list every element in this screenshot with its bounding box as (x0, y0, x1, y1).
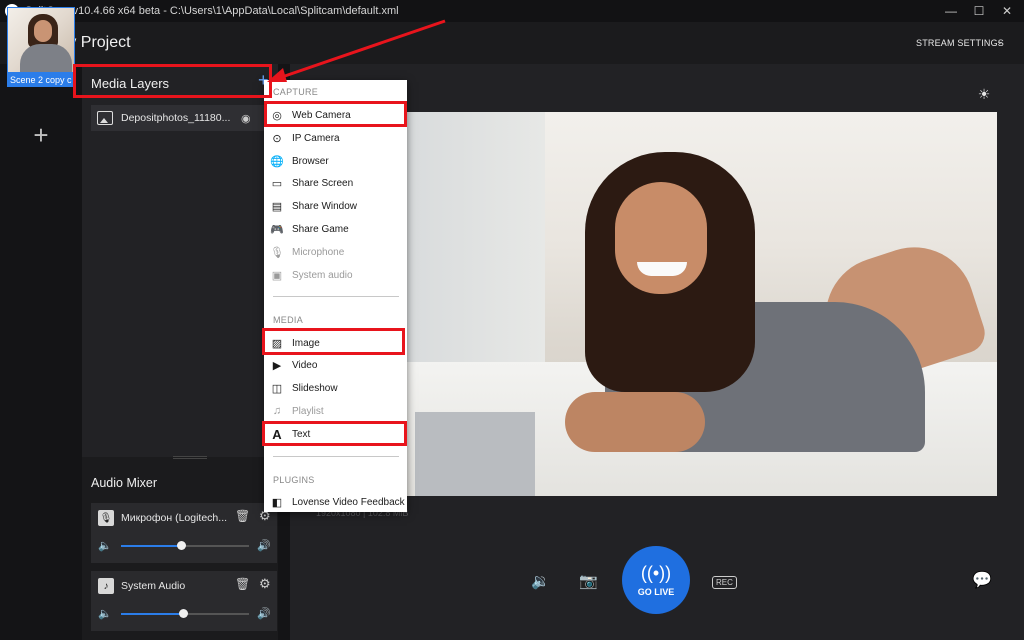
menu-item-share-screen[interactable]: ▭ Share Screen (264, 172, 407, 194)
menu-item-system-audio: ▣ System audio (271, 269, 353, 282)
microphone-icon: 🎙 (270, 246, 284, 259)
chat-icon[interactable]: 💬 (972, 570, 992, 590)
slideshow-icon: ◫ (271, 382, 283, 395)
volume-slider-knob[interactable] (179, 609, 188, 618)
add-scene-button[interactable]: + (7, 101, 75, 169)
volume-slider[interactable] (121, 609, 249, 618)
brightness-sun-icon[interactable]: ☀ (976, 86, 992, 102)
stream-settings-button[interactable]: STREAM SETTINGS (916, 38, 1004, 48)
music-note-icon: ♪ (98, 578, 114, 594)
add-source-menu: CAPTURE ◎ Web Camera ⊙ IP Camera 🌐 Browser … (264, 80, 407, 512)
media-layers-panel: Media Layers + Depositphotos_11180... ◉ (82, 64, 278, 457)
menu-item-slideshow[interactable]: ◫ Slideshow (264, 377, 407, 399)
chevron-down-icon[interactable]: ⌄ (996, 36, 1004, 47)
layer-row[interactable]: Depositphotos_11180... ◉ (91, 105, 271, 131)
menu-item-share-game[interactable]: 🎮 Share Game (264, 218, 407, 240)
gear-icon[interactable]: ⚙ (259, 576, 271, 592)
broadcast-icon: ((•)) (640, 563, 672, 583)
app-header: My Project STREAM SETTINGS ⌄ (0, 22, 1024, 64)
speaker-icon: ▣ (271, 269, 283, 282)
audio-channel-card: 🎙 Микрофон (Logitech... 🗑 ⚙ 🔈 🔊 (91, 503, 277, 563)
mute-speaker-icon[interactable]: 🔈 (98, 607, 112, 620)
menu-item-microphone: 🎙 Microphone (270, 246, 345, 259)
audio-mixer-panel: Audio Mixer 🎙 Микрофон (Logitech... 🗑 ⚙ … (82, 460, 278, 640)
volume-max-icon: 🔊 (257, 540, 271, 552)
ip-camera-icon: ⊙ (272, 132, 282, 145)
menu-item-lovense-video-feedback[interactable]: ◧ Lovense Video Feedback (264, 491, 407, 513)
go-live-button[interactable]: ((•)) GO LIVE (622, 546, 690, 614)
plugin-icon: ◧ (271, 496, 283, 509)
volume-max-icon: 🔊 (257, 608, 271, 620)
audio-channel-name: System Audio (121, 580, 186, 592)
menu-section-capture: CAPTURE (273, 87, 319, 97)
audio-output-icon[interactable]: 🔉 (531, 572, 550, 590)
audio-mixer-title: Audio Mixer (91, 476, 157, 490)
menu-item-video[interactable]: ▶ Video (264, 354, 407, 376)
microphone-icon: 🎙 (98, 510, 114, 526)
window-icon: ▤ (271, 200, 283, 213)
image-icon (97, 111, 113, 125)
audio-channel-name: Микрофон (Logitech... (121, 512, 228, 524)
globe-icon: 🌐 (270, 155, 284, 168)
menu-section-plugins: PLUGINS (273, 475, 315, 485)
mute-speaker-icon[interactable]: 🔈 (98, 539, 112, 552)
scene-thumbnail[interactable] (7, 7, 75, 73)
screen-icon: ▭ (271, 177, 283, 190)
volume-slider-knob[interactable] (177, 541, 186, 550)
scene-label[interactable]: Scene 2 copy c (7, 73, 75, 87)
menu-separator (273, 296, 399, 297)
annotation-box-text (262, 421, 407, 446)
menu-item-browser[interactable]: 🌐 Browser (264, 150, 407, 172)
layer-name: Depositphotos_11180... (121, 112, 231, 124)
record-button[interactable]: REC (712, 576, 737, 589)
panel-resize-handle[interactable] (173, 456, 207, 459)
close-button[interactable]: ✕ (994, 0, 1020, 22)
trash-icon[interactable]: 🗑 (235, 509, 250, 523)
playlist-icon: ♫ (272, 405, 282, 417)
annotation-arrow (267, 19, 446, 82)
maximize-button[interactable]: ☐ (966, 0, 992, 22)
annotation-box-web-camera (264, 101, 407, 127)
preview-canvas[interactable] (315, 112, 997, 496)
audio-channel-card: ♪ System Audio 🗑 ⚙ 🔈 🔊 (91, 571, 277, 631)
window-title: SplitCam v10.4.66 x64 beta - C:\Users\1\… (25, 5, 399, 17)
video-icon: ▶ (272, 359, 282, 372)
volume-slider[interactable] (121, 541, 249, 550)
go-live-label: GO LIVE (637, 587, 675, 597)
menu-item-playlist: ♫ Playlist (264, 400, 407, 422)
menu-section-media: MEDIA (273, 315, 304, 325)
menu-item-share-window[interactable]: ▤ Share Window (264, 195, 407, 217)
title-bar: SplitCam v10.4.66 x64 beta - C:\Users\1\… (0, 0, 1024, 22)
gamepad-icon: 🎮 (270, 223, 284, 236)
annotation-box-image (262, 328, 405, 355)
camera-snapshot-icon[interactable]: 📷 (579, 572, 598, 590)
annotation-box-media-layers (73, 64, 272, 98)
menu-item-ip-camera[interactable]: ⊙ IP Camera (264, 127, 407, 149)
menu-separator (273, 456, 399, 457)
trash-icon[interactable]: 🗑 (235, 577, 250, 591)
minimize-button[interactable]: — (938, 0, 964, 22)
visibility-eye-icon[interactable]: ◉ (241, 112, 251, 125)
